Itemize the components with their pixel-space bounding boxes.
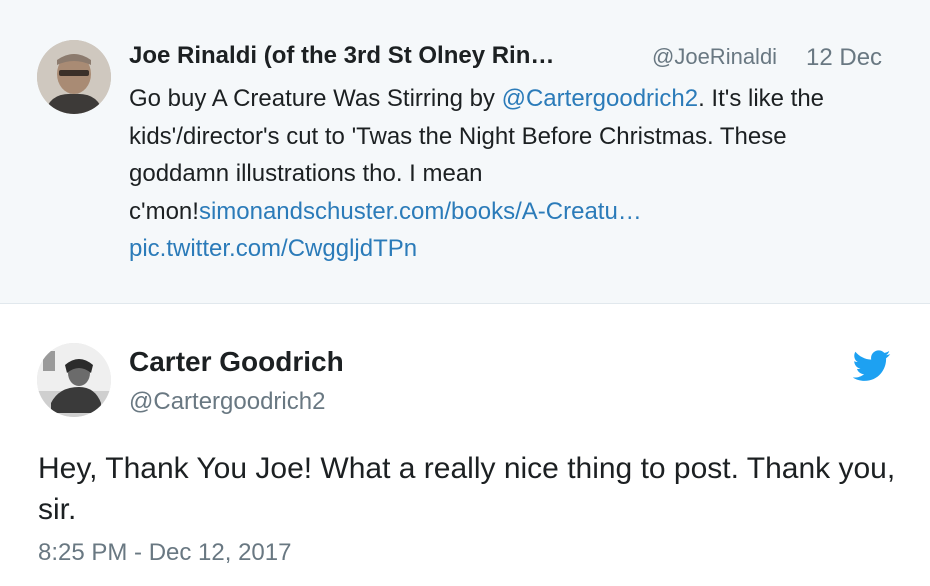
pic-link[interactable]: pic.twitter.com/CwggljdTPn	[129, 235, 417, 262]
mention-link[interactable]: @Cartergoodrich2	[502, 85, 698, 112]
user-avatar-icon	[37, 40, 111, 114]
user-avatar-icon	[37, 343, 111, 417]
parent-author-handle[interactable]: @JoeRinaldi	[652, 44, 777, 70]
parent-author-name[interactable]: Joe Rinaldi (of the 3rd St Olney Rin…	[129, 42, 554, 70]
reply-author-avatar[interactable]	[37, 343, 111, 417]
parent-author-avatar[interactable]	[37, 40, 111, 114]
reply-author-handle[interactable]: @Cartergoodrich2	[129, 388, 325, 416]
book-url-link[interactable]: simonandschuster.com/books/A-Creatu…	[199, 198, 642, 225]
reply-tweet-timestamp[interactable]: 8:25 PM - Dec 12, 2017	[38, 539, 291, 567]
parent-text-before: Go buy A Creature Was Stirring by	[129, 85, 502, 112]
parent-tweet-date[interactable]: 12 Dec	[806, 44, 882, 72]
twitter-bird-icon[interactable]	[853, 350, 891, 382]
reply-author-name[interactable]: Carter Goodrich	[129, 346, 344, 378]
parent-tweet[interactable]: Joe Rinaldi (of the 3rd St Olney Rin… @J…	[0, 0, 930, 303]
parent-tweet-text: Go buy A Creature Was Stirring by @Carte…	[129, 80, 889, 268]
reply-tweet-text: Hey, Thank You Joe! What a really nice t…	[38, 452, 896, 526]
divider	[0, 303, 930, 304]
